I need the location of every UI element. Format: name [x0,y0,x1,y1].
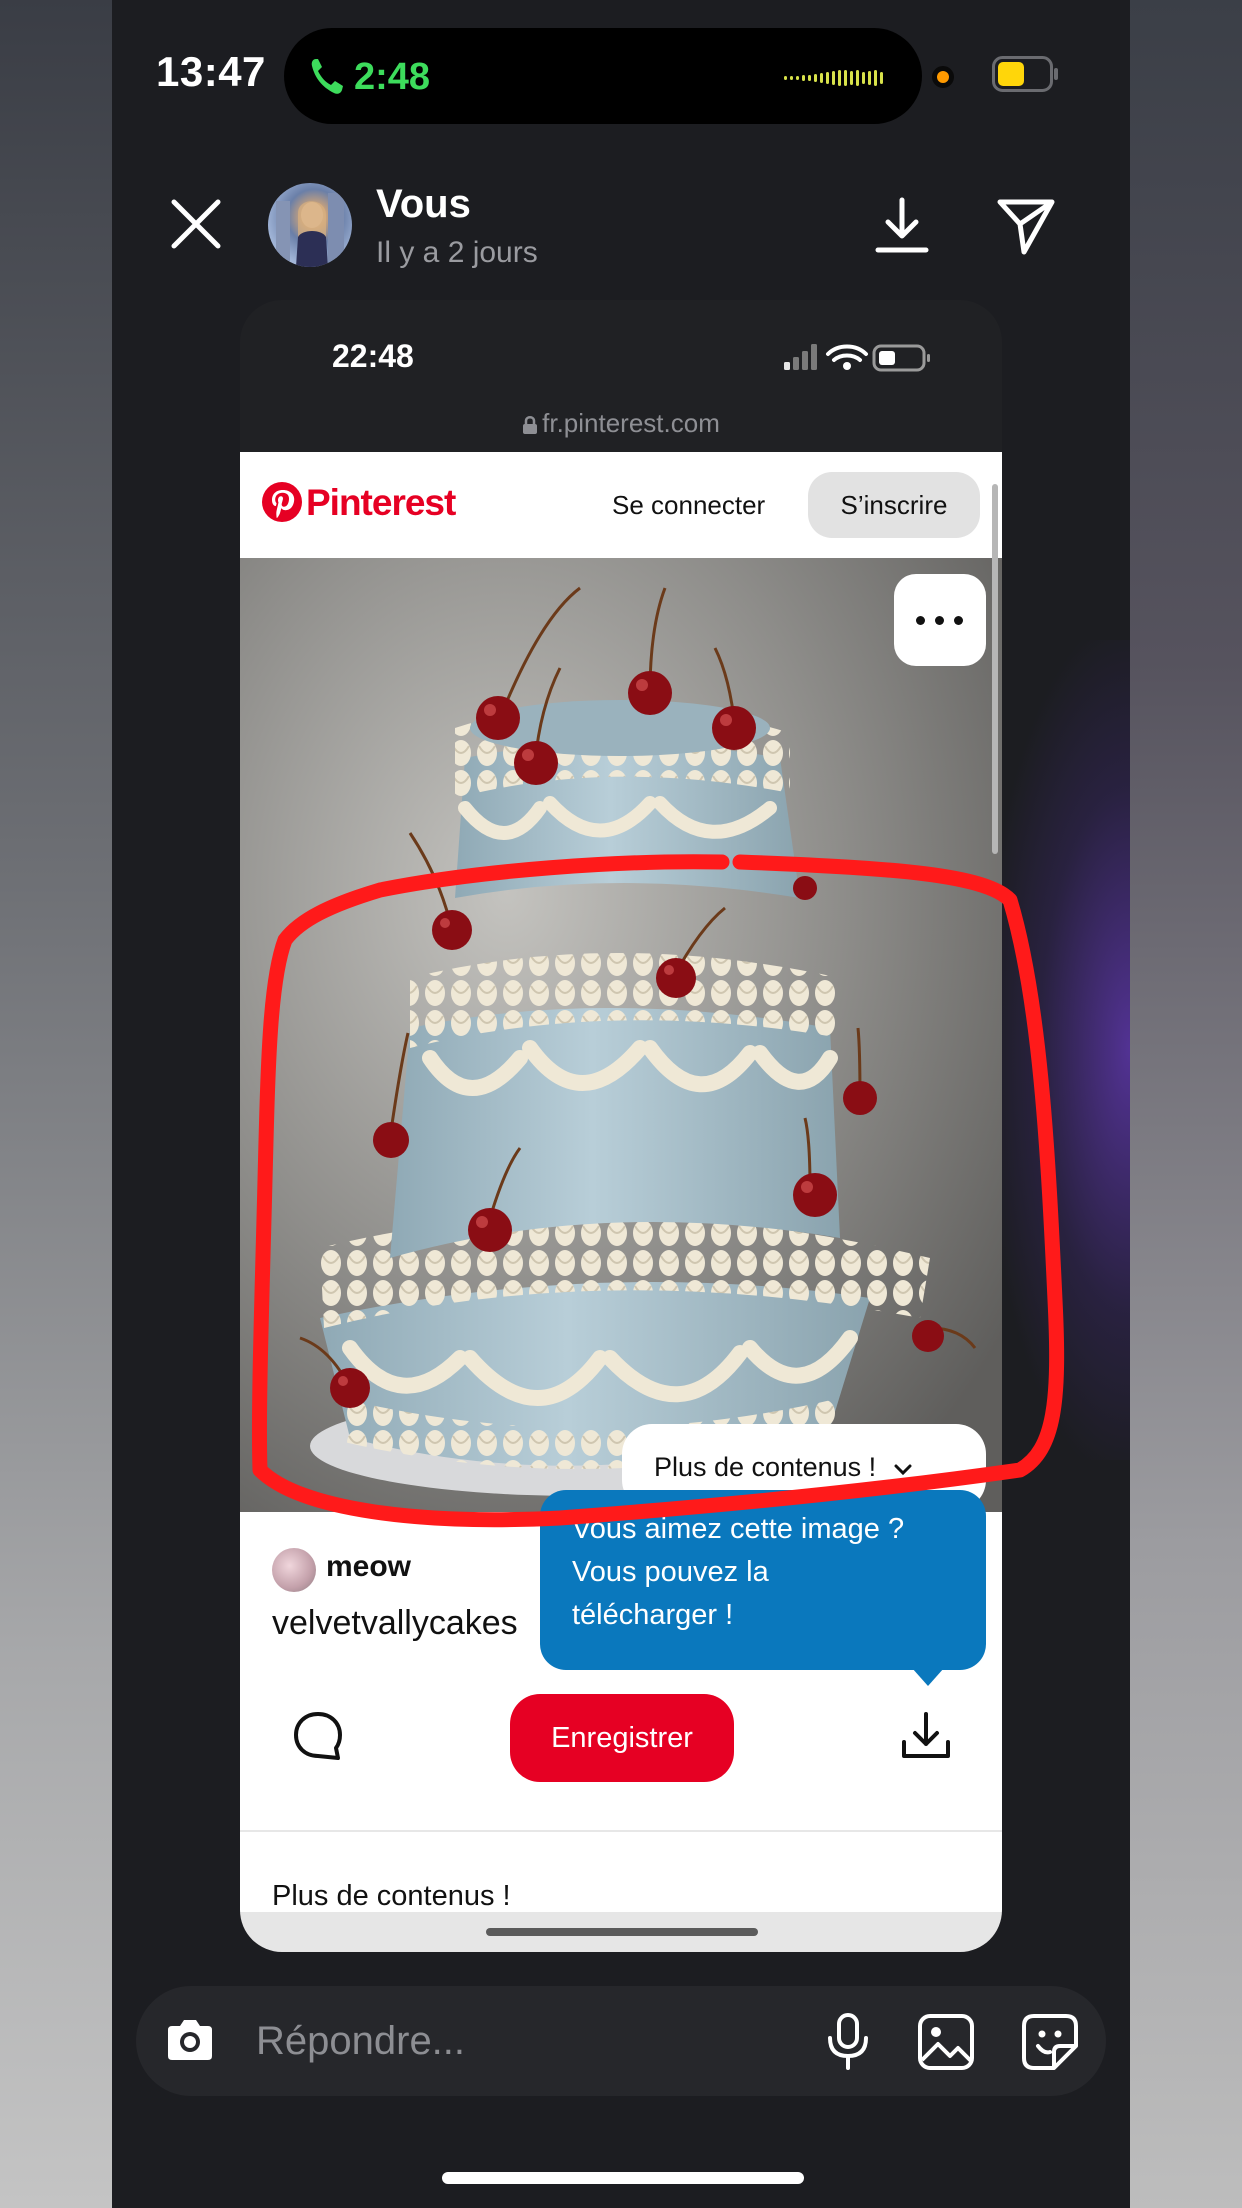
signup-button[interactable]: S’inscrire [808,472,980,538]
pinner-username[interactable]: meow [326,1550,411,1584]
microphone-in-use-indicator [932,66,954,88]
sticker-icon[interactable] [1020,2012,1080,2072]
tooltip-line: Vous pouvez la [572,1556,769,1588]
more-options-button[interactable] [894,574,986,666]
cake-photo[interactable]: Plus de contenus ! [240,558,1002,1512]
save-button[interactable]: Enregistrer [510,1694,734,1782]
pinterest-header: Pinterest Se connecter S’inscrire [240,452,1002,558]
pinner-avatar[interactable] [272,1548,316,1592]
pinterest-logo-icon [262,482,302,522]
close-icon[interactable] [168,196,224,252]
reply-input[interactable] [256,2010,756,2072]
story-timestamp: Il y a 2 jours [376,236,538,269]
cake-image [240,558,1002,1512]
home-indicator [442,2172,804,2184]
screenshot-status-time: 22:48 [332,338,414,374]
tooltip-line: Vous aimez cette image ? [572,1513,905,1545]
camera-icon[interactable] [164,2016,216,2064]
pinterest-page: Pinterest Se connecter S’inscrire Plus d… [240,452,1002,1912]
background-left [0,0,112,2208]
status-time: 13:47 [156,48,266,95]
story-author: Vous [376,182,471,226]
reply-bar [136,1986,1106,2096]
story-viewer: 13:47 2:48 Vous Il y a 2 jours 22:48 fr.… [112,0,1130,2208]
browser-url: fr.pinterest.com [542,408,720,438]
comment-icon[interactable] [292,1710,344,1762]
call-duration: 2:48 [354,56,431,98]
phone-call-icon [311,59,343,94]
battery-icon [992,56,1058,92]
download-icon[interactable] [900,1710,952,1762]
more-content-label: Plus de contenus ! [654,1452,877,1482]
browser-url-bar[interactable]: fr.pinterest.com [240,408,1002,439]
chevron-down-icon [894,1464,912,1476]
gallery-icon[interactable] [916,2012,976,2072]
download-tooltip: Vous aimez cette image ? Vous pouvez la … [540,1490,986,1686]
tooltip-line: télécharger ! [572,1599,734,1631]
lock-icon [523,416,538,435]
screenshot-home-indicator [486,1928,758,1936]
screenshot-status-icons [784,344,930,372]
avatar[interactable] [268,183,352,267]
download-icon[interactable] [874,196,930,256]
microphone-icon[interactable] [824,2012,872,2072]
more-content-heading: Plus de contenus ! [272,1880,511,1912]
pinterest-wordmark: Pinterest [306,482,456,523]
send-icon[interactable] [996,196,1056,256]
divider [240,1830,1002,1832]
dynamic-island[interactable]: 2:48 [284,28,922,124]
audio-waveform-icon [784,70,883,86]
pin-description: velvetvallycakes [272,1604,518,1642]
shared-screenshot[interactable]: 22:48 fr.pinterest.com Pinterest Se conn… [240,300,1002,1952]
background-glow [990,640,1130,1460]
background-right [1130,0,1242,2208]
page-scrollbar[interactable] [992,484,998,854]
login-link[interactable]: Se connecter [612,490,765,521]
